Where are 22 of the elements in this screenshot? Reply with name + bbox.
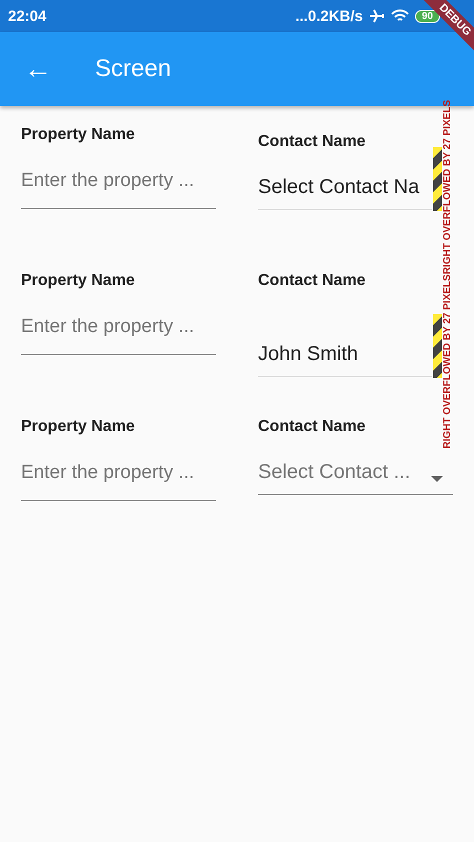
field-label: Property Name [21, 126, 135, 144]
property-name-field[interactable]: Enter the property ... [21, 304, 216, 355]
overflow-indicator [433, 314, 442, 378]
property-name-field[interactable]: Enter the property ... [21, 450, 216, 501]
battery-level: 90 [414, 10, 440, 22]
dropdown-arrow-icon [431, 476, 443, 482]
field-label: Contact Name [258, 272, 366, 290]
field-label: Contact Name [258, 418, 366, 436]
field-label: Property Name [21, 272, 135, 290]
app-bar-title: Screen [95, 55, 172, 83]
network-speed: ...0.2KB/s [295, 8, 363, 24]
overflow-warning: RIGHT OVERFLOWED BY 27 PIXELSRIGHT OVERFLOWED BY 27 PIXELS [442, 100, 453, 449]
contact-dropdown[interactable]: Select Contact Na [258, 167, 432, 210]
property-name-field[interactable]: Enter the property ... [21, 158, 216, 209]
field-label: Contact Name [258, 133, 366, 151]
airplane-icon [368, 8, 385, 24]
overflow-indicator [433, 147, 442, 211]
field-label: Property Name [21, 418, 135, 436]
status-time: 22:04 [8, 8, 46, 24]
wifi-icon [390, 9, 409, 23]
contact-dropdown[interactable]: Select Contact ... [258, 452, 453, 495]
contact-dropdown[interactable]: John Smith [258, 334, 432, 377]
